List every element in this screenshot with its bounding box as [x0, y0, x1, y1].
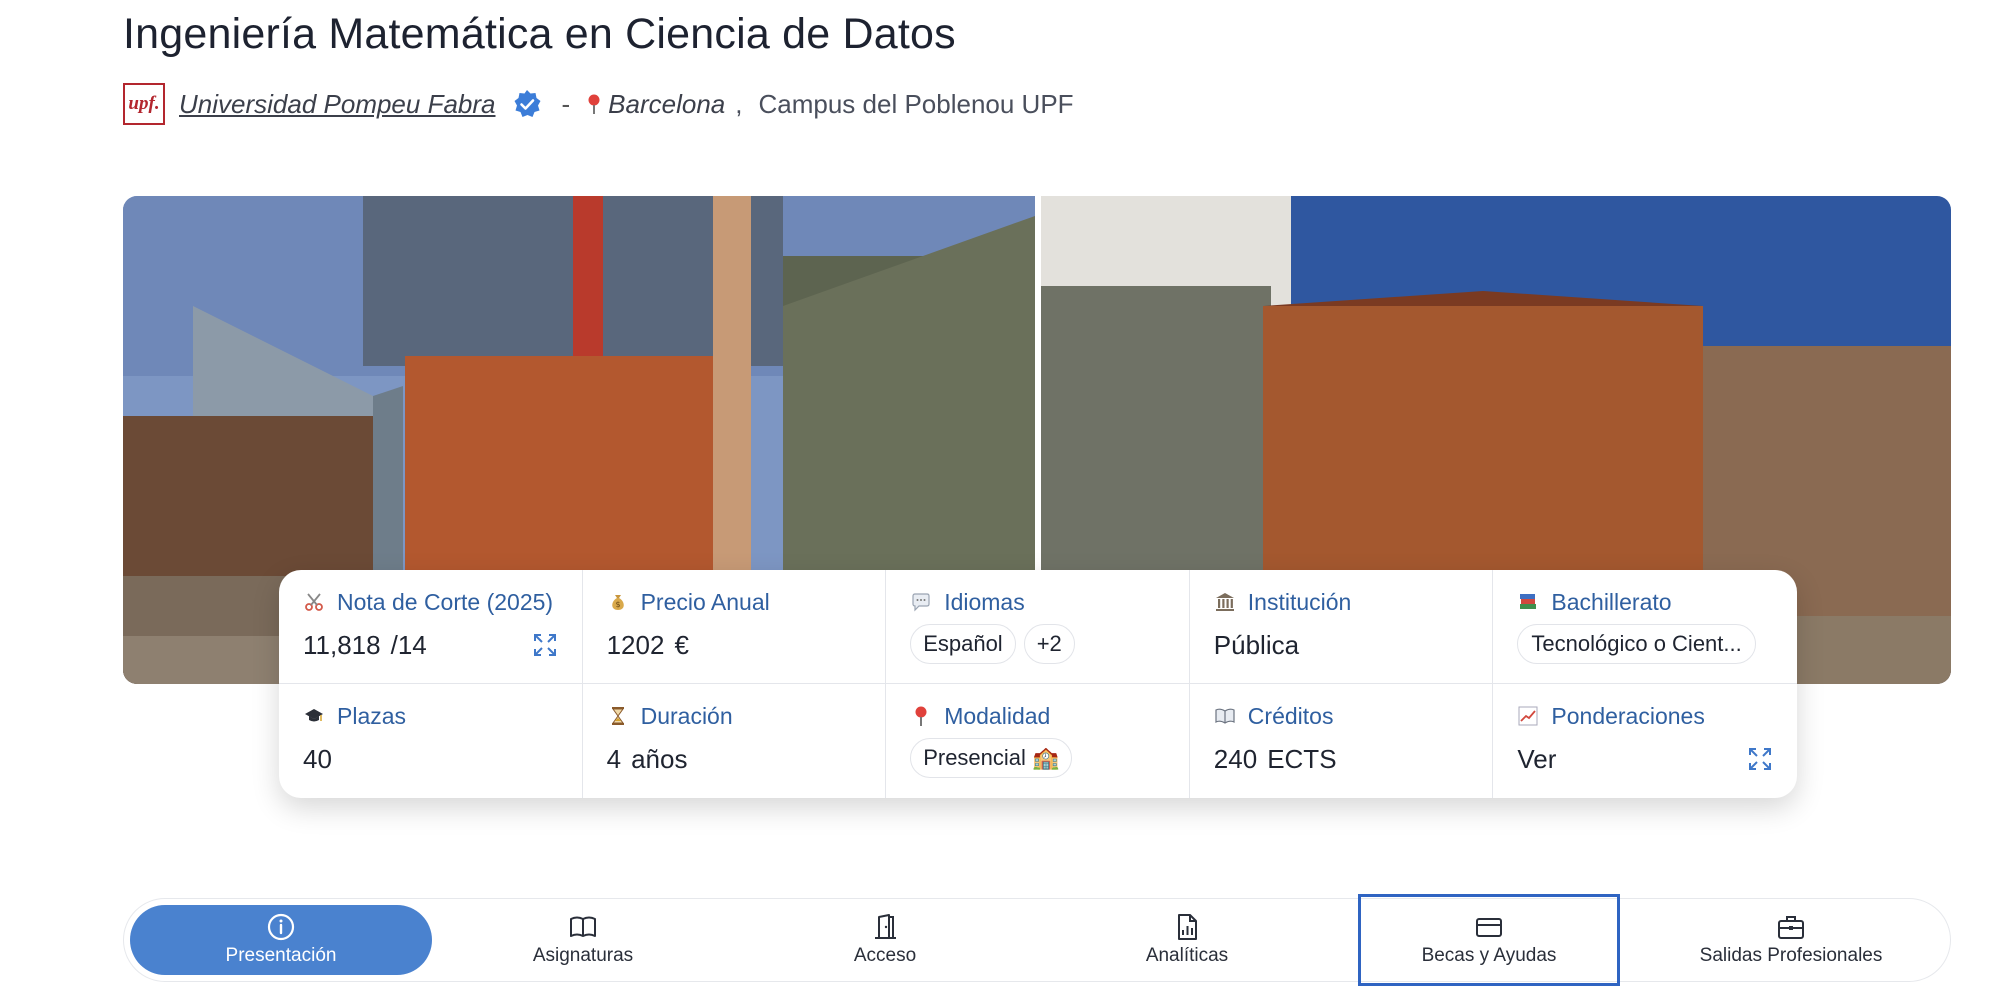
stat-plazas: Plazas 40	[279, 684, 583, 798]
stat-unit: ECTS	[1267, 744, 1337, 774]
stat-modalidad: Modalidad Presencial 🏫	[886, 684, 1190, 798]
tab-label: Acceso	[853, 945, 917, 966]
stat-precio-anual: $ Precio Anual 1202 €	[582, 570, 887, 684]
scissors-icon	[303, 591, 325, 613]
stat-label: Modalidad	[944, 702, 1051, 729]
tab-asignaturas[interactable]: Asignaturas	[432, 905, 734, 975]
credit-card-icon	[1476, 918, 1502, 937]
stat-value: Pública	[1213, 630, 1300, 660]
stat-institucion: Institución Pública	[1189, 570, 1494, 684]
tab-label: Salidas Profesionales	[1699, 945, 1883, 966]
stat-idiomas: Idiomas Español +2	[886, 570, 1190, 684]
city-name: Barcelona	[608, 88, 726, 119]
tab-label: Presentación	[225, 945, 337, 966]
stat-label: Plazas	[337, 702, 407, 729]
program-stats-card: Nota de Corte (2025) 11,818 /14 $ Precio…	[279, 570, 1797, 798]
classical-building-icon	[1214, 591, 1236, 613]
university-link[interactable]: Universidad Pompeu Fabra	[179, 89, 496, 120]
section-tabs: Presentación Asignaturas Acceso Analític…	[123, 894, 1951, 986]
briefcase-icon	[1778, 916, 1804, 939]
stat-label: Nota de Corte (2025)	[337, 588, 554, 615]
stat-value: 1202	[606, 630, 665, 660]
stat-label: Bachillerato	[1551, 588, 1672, 615]
stat-value: 4	[606, 744, 622, 774]
stat-value: 240	[1213, 744, 1258, 774]
tab-presentacion[interactable]: Presentación	[130, 905, 432, 975]
expand-icon[interactable]	[1747, 746, 1773, 772]
stat-value: 40	[303, 744, 332, 774]
open-book-icon	[1214, 705, 1236, 727]
campus-name: Campus del Poblenou UPF	[758, 88, 1074, 119]
stat-max: /14	[390, 630, 427, 660]
info-icon	[267, 913, 295, 941]
verified-badge-icon	[514, 90, 540, 117]
stat-nota-corte[interactable]: Nota de Corte (2025) 11,818 /14	[279, 570, 583, 684]
location-pin-icon	[588, 94, 600, 114]
tab-analiticas[interactable]: Analíticas	[1036, 905, 1338, 975]
stat-creditos: Créditos 240 ECTS	[1190, 684, 1494, 798]
tab-label: Asignaturas	[532, 945, 634, 966]
stat-bachillerato: Bachillerato Tecnológico o Cient...	[1493, 570, 1797, 684]
graduation-cap-icon	[303, 705, 325, 727]
expand-icon[interactable]	[532, 632, 558, 658]
more-languages-chip[interactable]: +2	[1023, 624, 1075, 664]
bachillerato-chip: Tecnológico o Cient...	[1517, 624, 1756, 664]
stat-duracion: Duración 4 años	[583, 684, 887, 798]
stat-label: Institución	[1247, 588, 1352, 615]
book-icon	[570, 916, 596, 937]
university-row: upf. Universidad Pompeu Fabra - Barcelon…	[123, 82, 1074, 126]
stat-label: Ponderaciones	[1551, 702, 1705, 729]
tab-label: Analíticas	[1145, 945, 1229, 966]
books-icon	[1517, 591, 1539, 613]
page-title: Ingeniería Matemática en Ciencia de Dato…	[123, 10, 956, 58]
separator: -	[561, 88, 571, 119]
comma-separator: ,	[735, 88, 743, 119]
stat-unit: años	[631, 744, 688, 774]
stat-label: Precio Anual	[640, 588, 770, 615]
svg-text:$: $	[615, 600, 620, 609]
language-chip: Español	[910, 624, 1016, 664]
university-logo: upf.	[123, 83, 165, 125]
door-icon	[875, 914, 896, 939]
tab-salidas-profesionales[interactable]: Salidas Profesionales	[1640, 905, 1942, 975]
stat-value: 11,818	[303, 630, 381, 660]
report-icon	[1178, 914, 1197, 940]
tab-becas-ayudas[interactable]: Becas y Ayudas	[1358, 894, 1620, 986]
speech-bubble-icon	[910, 591, 932, 613]
chart-up-icon	[1517, 705, 1539, 727]
modalidad-chip: Presencial 🏫	[910, 738, 1073, 778]
tab-label: Becas y Ayudas	[1421, 945, 1557, 966]
stat-unit: €	[674, 630, 689, 660]
money-bag-icon: $	[607, 591, 629, 613]
pin-icon	[910, 705, 932, 727]
stat-ponderaciones[interactable]: Ponderaciones Ver	[1493, 684, 1797, 798]
stat-value[interactable]: Ver	[1517, 744, 1556, 775]
stat-label: Créditos	[1247, 702, 1334, 729]
tab-acceso[interactable]: Acceso	[734, 905, 1036, 975]
stat-label: Duración	[640, 702, 733, 729]
stat-label: Idiomas	[944, 588, 1025, 615]
hourglass-icon	[607, 705, 629, 727]
